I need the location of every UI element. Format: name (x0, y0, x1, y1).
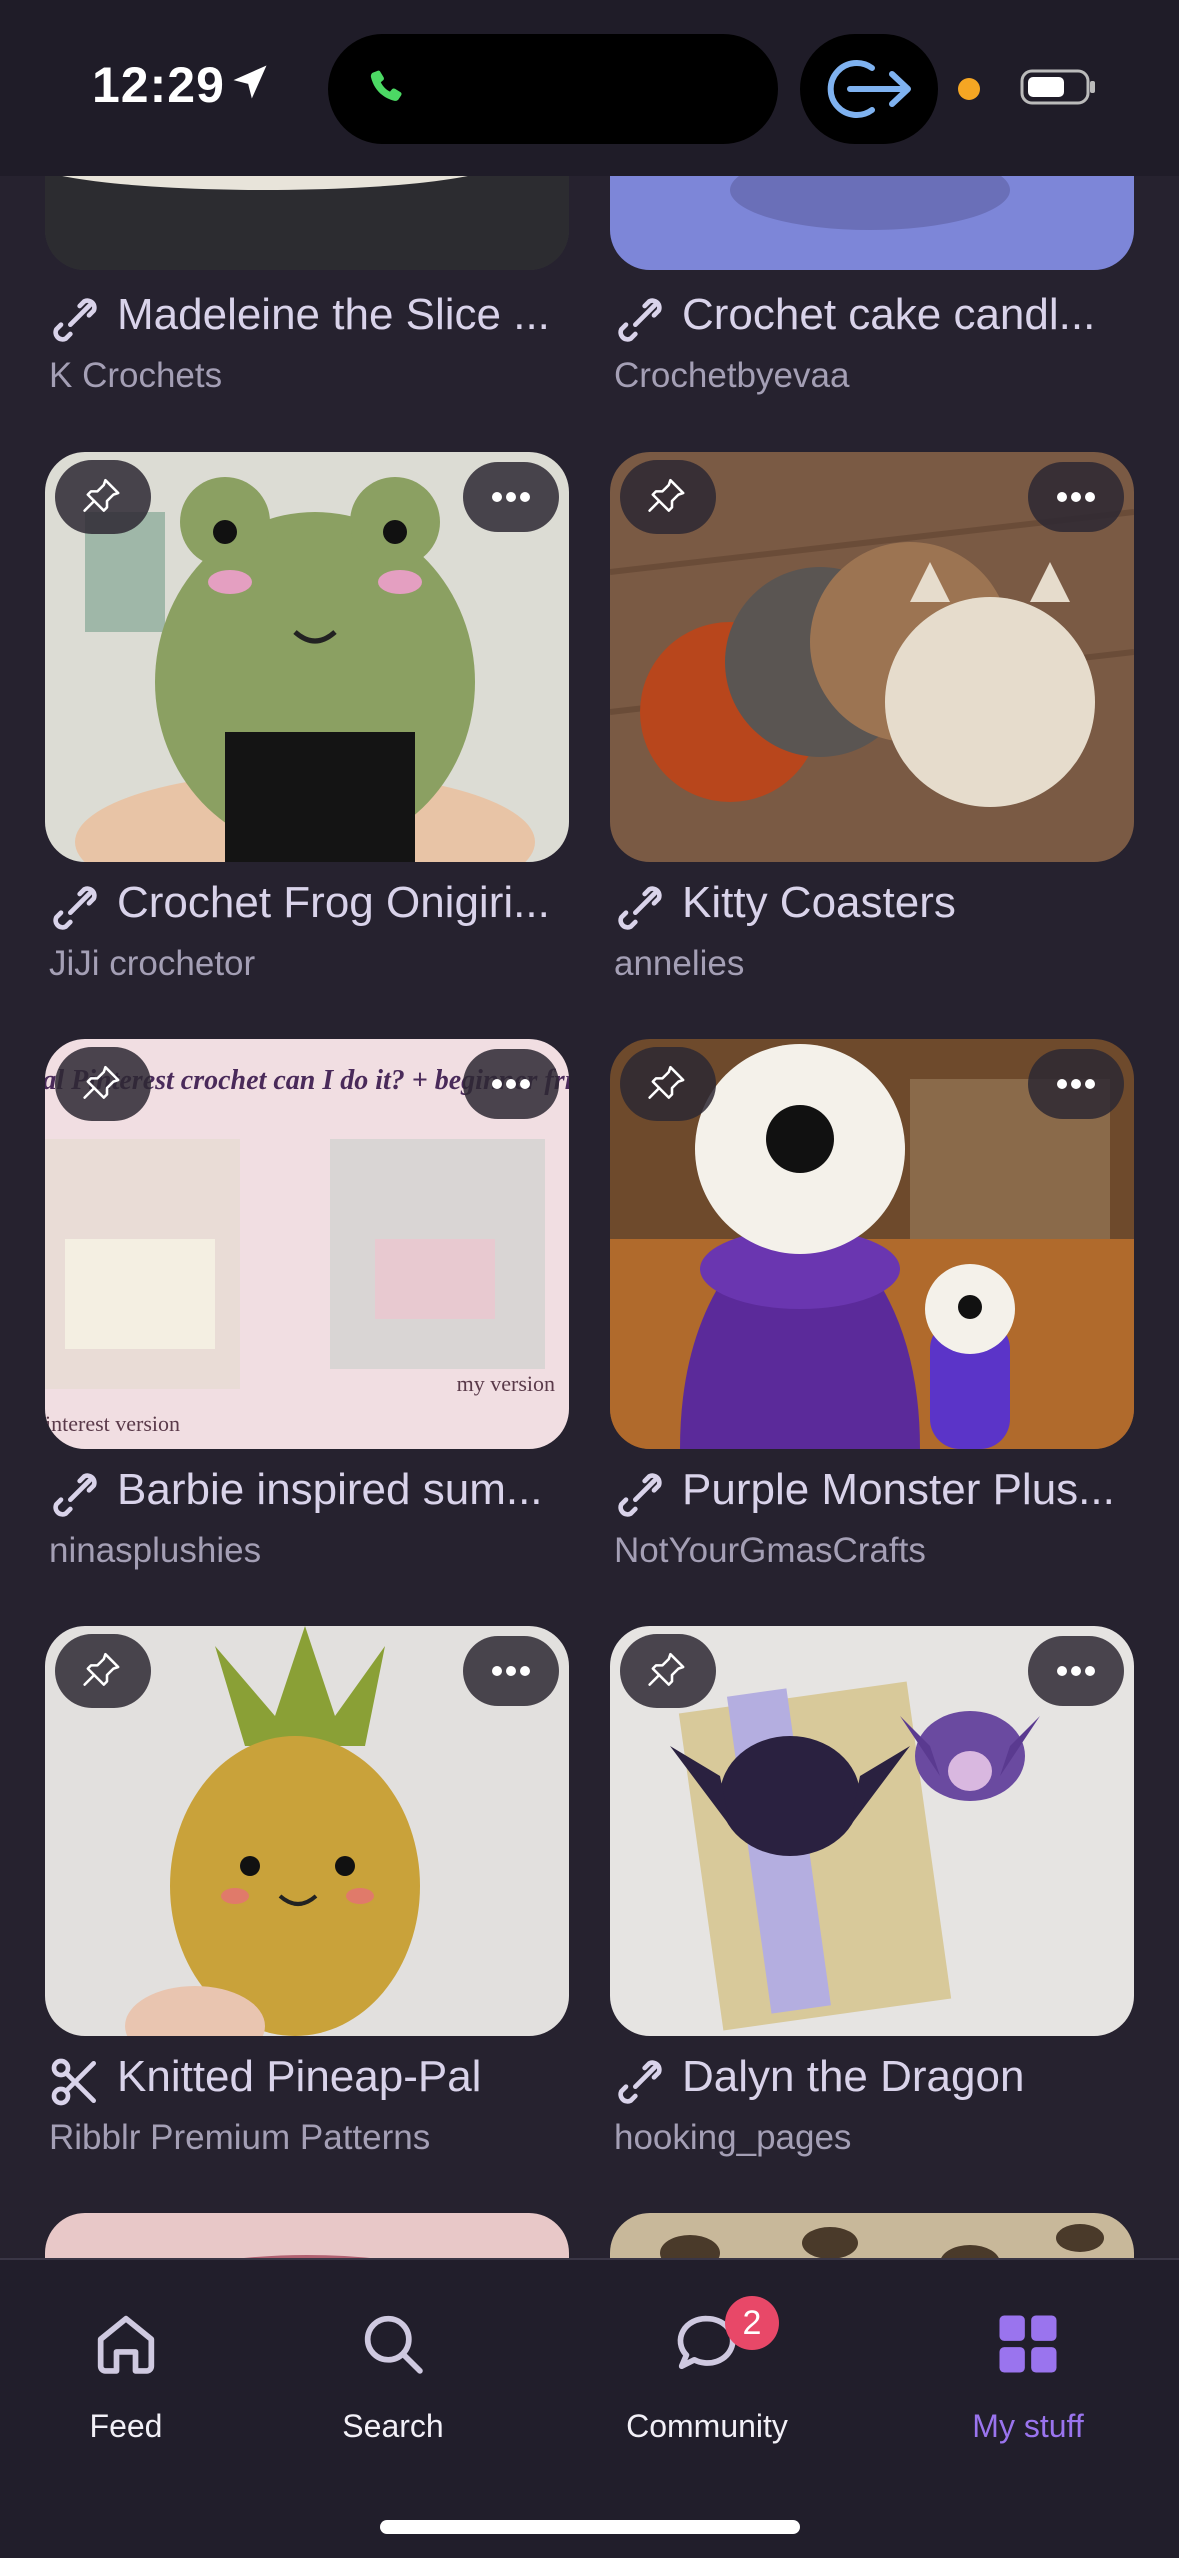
thumb-caption-left: interest version (45, 1411, 180, 1436)
notification-badge: 2 (725, 2296, 779, 2350)
pin-button[interactable] (55, 460, 151, 534)
tab-my-stuff[interactable]: My stuff (918, 2296, 1138, 2446)
pattern-author[interactable]: Crochetbyevaa (614, 356, 849, 396)
home-indicator[interactable] (380, 2520, 800, 2534)
pattern-title: Crochet cake candl... (682, 290, 1096, 339)
vpn-arrow-icon (827, 60, 911, 118)
pattern-author[interactable]: K Crochets (49, 356, 222, 396)
link-icon (53, 298, 97, 342)
tab-label: Search (342, 2408, 444, 2444)
pattern-title-row[interactable]: Knitted Pineap-Pal (45, 2052, 585, 2112)
thumb-caption-right: my version (457, 1371, 555, 1396)
pattern-title-row[interactable]: Dalyn the Dragon (610, 2052, 1150, 2112)
tab-bar: Feed Search 2 Community My stuff (0, 2258, 1179, 2558)
pattern-thumbnail[interactable] (610, 452, 1134, 862)
pin-button[interactable] (620, 1634, 716, 1708)
more-options-button[interactable] (1028, 462, 1124, 532)
pattern-title: Crochet Frog Onigiri... (117, 878, 550, 927)
pattern-title: Knitted Pineap-Pal (117, 2052, 482, 2101)
pin-icon (83, 1652, 120, 1686)
link-icon (53, 1473, 97, 1517)
pin-icon (648, 478, 685, 512)
link-icon (618, 1473, 662, 1517)
more-icon (492, 1666, 530, 1676)
home-icon (97, 2315, 155, 2374)
more-options-button[interactable] (463, 1049, 559, 1119)
more-options-button[interactable] (1028, 1636, 1124, 1706)
pattern-title-row[interactable]: Crochet Frog Onigiri... (45, 878, 585, 938)
pin-button[interactable] (55, 1047, 151, 1121)
pin-icon (648, 1065, 685, 1099)
pin-icon (648, 1652, 685, 1686)
pattern-thumbnail[interactable] (45, 452, 569, 862)
tab-label: Feed (89, 2408, 163, 2444)
pattern-title: Madeleine the Slice ... (117, 290, 550, 339)
battery-icon (1020, 69, 1095, 105)
tab-community[interactable]: 2 Community (597, 2296, 817, 2446)
status-bar: 12:29 (0, 0, 1179, 176)
dynamic-island[interactable] (328, 34, 778, 144)
pattern-author[interactable]: hooking_pages (614, 2118, 851, 2158)
status-time: 12:29 (92, 57, 225, 113)
pattern-title-row[interactable]: Barbie inspired sum... (45, 1465, 585, 1525)
more-icon (492, 492, 530, 502)
location-arrow-icon (233, 65, 267, 99)
pattern-thumbnail[interactable]: trying this viral Pinterest crochet can … (45, 1039, 569, 1449)
pattern-title-row[interactable]: Madeleine the Slice ... (45, 290, 585, 350)
pattern-author[interactable]: JiJi crochetor (49, 944, 255, 984)
scissors-icon (51, 2058, 96, 2106)
pattern-title: Purple Monster Plus... (682, 1465, 1115, 1514)
pattern-thumbnail[interactable] (45, 1626, 569, 2036)
pattern-thumbnail[interactable] (610, 1039, 1134, 1449)
privacy-dot (958, 78, 980, 100)
pattern-thumbnail[interactable] (610, 1626, 1134, 2036)
tab-label: Community (626, 2408, 788, 2444)
more-icon (492, 1079, 530, 1089)
tab-search[interactable]: Search (283, 2296, 503, 2446)
more-options-button[interactable] (1028, 1049, 1124, 1119)
pattern-title-row[interactable]: Purple Monster Plus... (610, 1465, 1150, 1525)
phone-call-icon (370, 70, 402, 101)
pattern-title-row[interactable]: Kitty Coasters (610, 878, 1150, 938)
pattern-title: Barbie inspired sum... (117, 1465, 543, 1514)
grid-icon (999, 2315, 1057, 2373)
pattern-title: Dalyn the Dragon (682, 2052, 1025, 2101)
more-icon (1057, 1079, 1095, 1089)
pin-button[interactable] (620, 1047, 716, 1121)
tab-feed[interactable]: Feed (16, 2296, 236, 2446)
more-options-button[interactable] (463, 1636, 559, 1706)
pattern-author[interactable]: ninasplushies (49, 1531, 261, 1571)
more-icon (1057, 492, 1095, 502)
link-icon (53, 886, 97, 930)
pattern-author[interactable]: NotYourGmasCrafts (614, 1531, 926, 1571)
link-icon (618, 298, 662, 342)
pin-button[interactable] (620, 460, 716, 534)
pin-icon (83, 1065, 120, 1099)
link-icon (618, 2060, 662, 2104)
more-icon (1057, 1666, 1095, 1676)
link-icon (618, 886, 662, 930)
more-options-button[interactable] (463, 462, 559, 532)
tab-label: My stuff (972, 2408, 1084, 2444)
pattern-author[interactable]: annelies (614, 944, 744, 984)
pin-icon (83, 478, 120, 512)
pattern-author[interactable]: Ribblr Premium Patterns (49, 2118, 430, 2158)
search-icon (364, 2315, 423, 2374)
vpn-indicator[interactable] (800, 34, 938, 144)
pattern-title-row[interactable]: Crochet cake candl... (610, 290, 1150, 350)
pin-button[interactable] (55, 1634, 151, 1708)
pattern-title: Kitty Coasters (682, 878, 956, 927)
